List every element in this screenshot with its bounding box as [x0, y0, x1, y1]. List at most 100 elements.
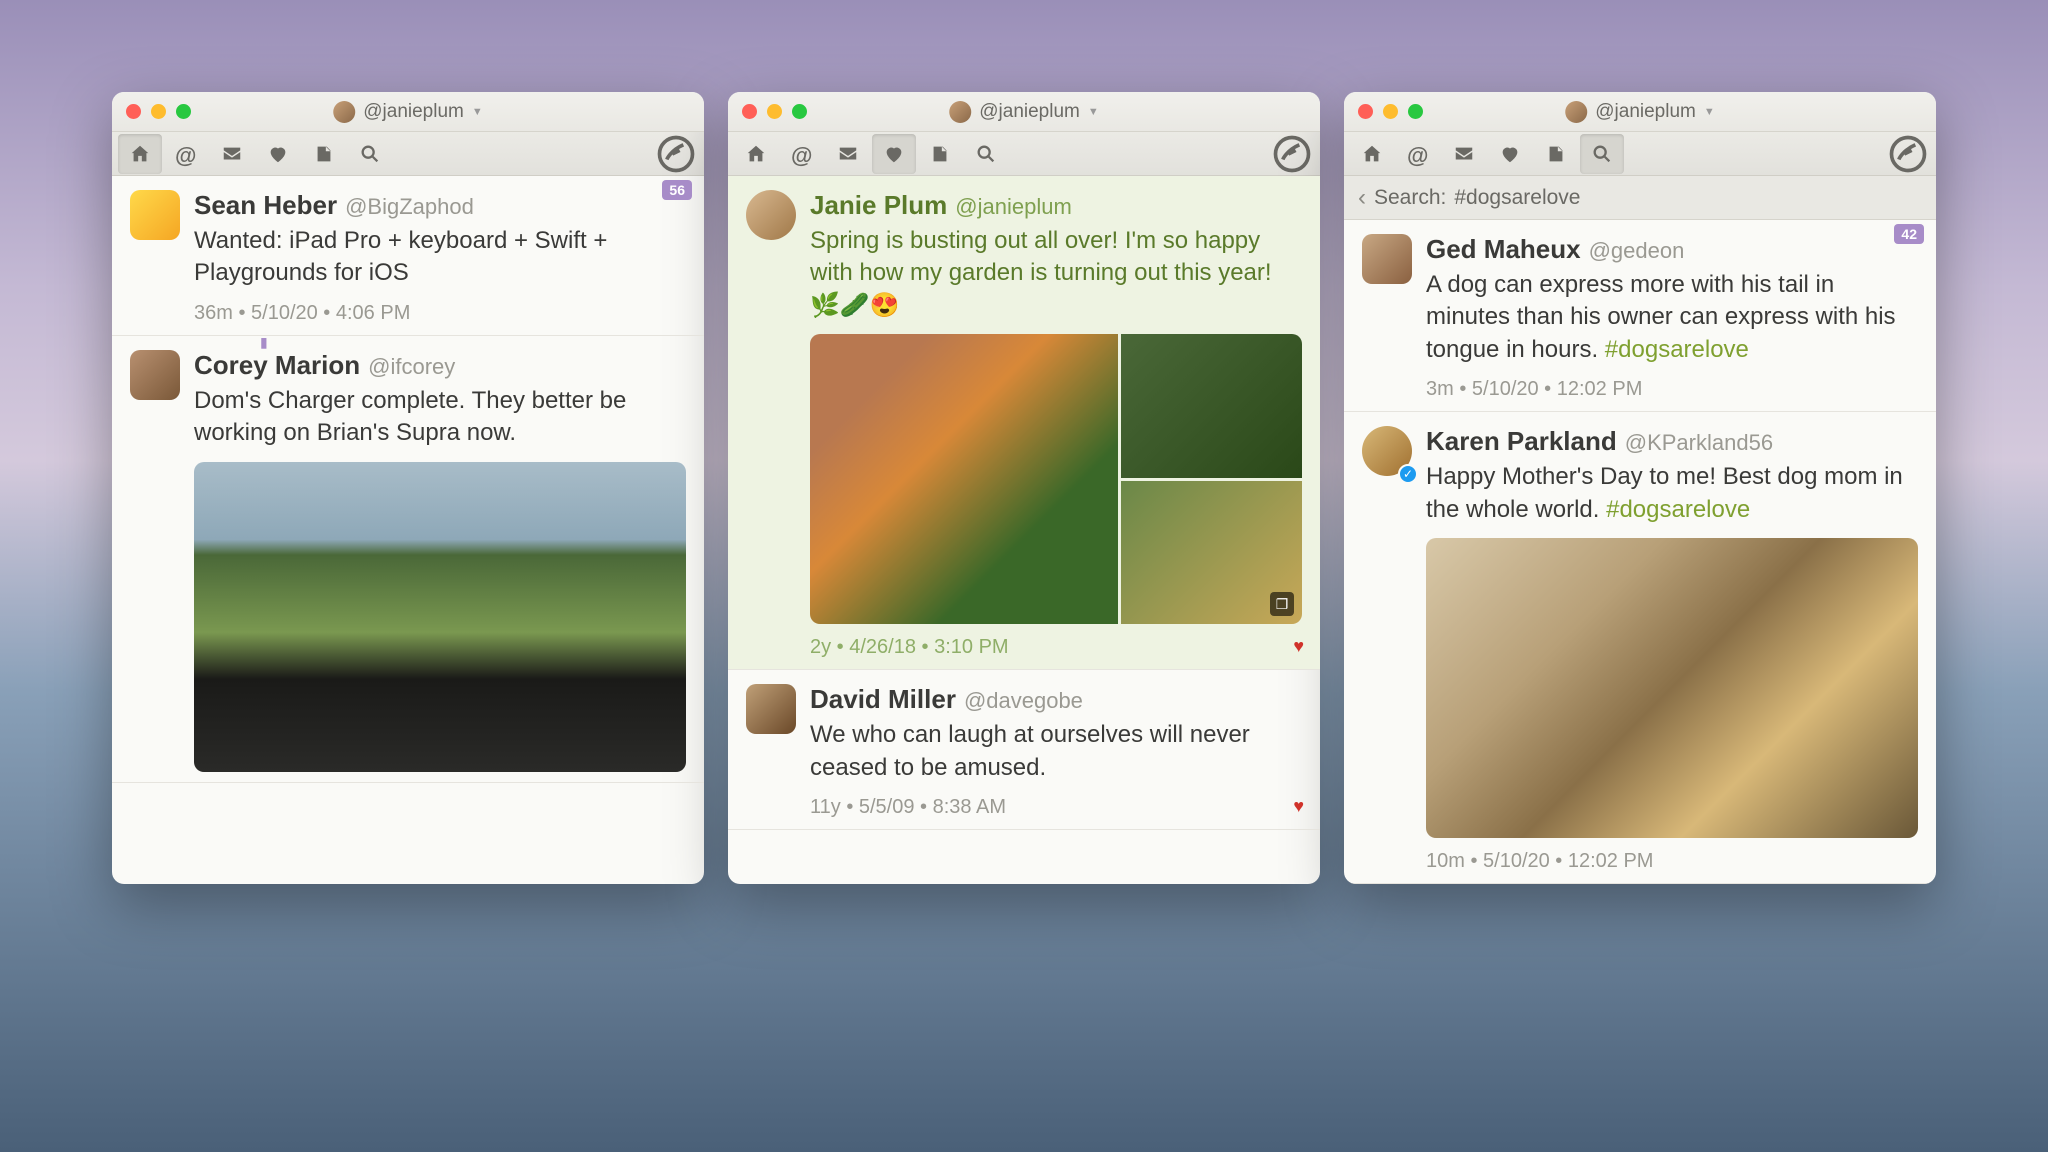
app-window: @janieplum ▼ @ Janie Plum @janieplum Spr…: [728, 92, 1320, 884]
messages-tab[interactable]: [210, 134, 254, 174]
home-tab[interactable]: [1350, 134, 1394, 174]
avatar[interactable]: [746, 190, 796, 240]
hashtag[interactable]: #dogsarelove: [1606, 496, 1750, 523]
mentions-tab[interactable]: @: [780, 134, 824, 174]
search-query: #dogsarelove: [1454, 186, 1580, 210]
app-window: @janieplum ▼ @ ‹ Search: #dogsarelove 42…: [1344, 92, 1936, 884]
display-name[interactable]: Karen Parkland: [1426, 426, 1617, 457]
liked-heart-icon: ♥: [1293, 636, 1304, 657]
avatar[interactable]: [130, 190, 180, 240]
feed[interactable]: 56 Sean Heber @BigZaphod Wanted: iPad Pr…: [112, 176, 704, 884]
minimize-window-button[interactable]: [1383, 104, 1398, 119]
display-name[interactable]: Janie Plum: [810, 190, 947, 221]
titlebar[interactable]: @janieplum ▼: [112, 92, 704, 132]
likes-tab[interactable]: [872, 134, 916, 174]
tweet-media[interactable]: [194, 462, 686, 772]
avatar: [949, 101, 971, 123]
search-tab[interactable]: [1580, 134, 1624, 174]
close-window-button[interactable]: [126, 104, 141, 119]
account-handle: @janieplum: [979, 101, 1080, 123]
chevron-down-icon: ▼: [472, 106, 483, 118]
avatar[interactable]: [746, 684, 796, 734]
multi-image-icon: ❐: [1270, 592, 1294, 616]
toolbar: @: [728, 132, 1320, 176]
close-window-button[interactable]: [1358, 104, 1373, 119]
messages-tab[interactable]: [826, 134, 870, 174]
home-tab[interactable]: [734, 134, 778, 174]
feed[interactable]: 42 Ged Maheux @gedeon A dog can express …: [1344, 220, 1936, 884]
tweet-meta: 3m • 5/10/20 • 12:02 PM: [1426, 378, 1918, 401]
tweet-body: Wanted: iPad Pro + keyboard + Swift + Pl…: [194, 225, 686, 290]
maximize-window-button[interactable]: [792, 104, 807, 119]
user-handle[interactable]: @BigZaphod: [345, 194, 474, 220]
account-switcher[interactable]: @janieplum ▼: [333, 101, 483, 123]
avatar: [333, 101, 355, 123]
home-tab[interactable]: [118, 134, 162, 174]
tweet-body: We who can laugh at ourselves will never…: [810, 719, 1302, 784]
tweet[interactable]: Ged Maheux @gedeon A dog can express mor…: [1344, 220, 1936, 412]
avatar[interactable]: [1362, 234, 1412, 284]
tweet[interactable]: David Miller @davegobe We who can laugh …: [728, 670, 1320, 830]
toolbar: @: [112, 132, 704, 176]
user-handle[interactable]: @ifcorey: [368, 354, 455, 380]
tweet-body: A dog can express more with his tail in …: [1426, 269, 1918, 366]
messages-tab[interactable]: [1442, 134, 1486, 174]
tweet-body: Spring is busting out all over! I'm so h…: [810, 225, 1302, 322]
search-tab[interactable]: [348, 134, 392, 174]
lists-tab[interactable]: [302, 134, 346, 174]
compose-button[interactable]: [1270, 134, 1314, 174]
maximize-window-button[interactable]: [1408, 104, 1423, 119]
user-handle[interactable]: @davegobe: [964, 688, 1083, 714]
display-name[interactable]: Sean Heber: [194, 190, 337, 221]
account-switcher[interactable]: @janieplum ▼: [949, 101, 1099, 123]
user-handle[interactable]: @janieplum: [955, 194, 1072, 220]
tweet-media[interactable]: ❐: [810, 334, 1302, 624]
account-handle: @janieplum: [363, 101, 464, 123]
display-name[interactable]: Ged Maheux: [1426, 234, 1581, 265]
tweet[interactable]: ▮ Corey Marion @ifcorey Dom's Charger co…: [112, 336, 704, 783]
account-switcher[interactable]: @janieplum ▼: [1565, 101, 1715, 123]
titlebar[interactable]: @janieplum ▼: [1344, 92, 1936, 132]
lists-tab[interactable]: [918, 134, 962, 174]
compose-button[interactable]: [654, 134, 698, 174]
minimize-window-button[interactable]: [151, 104, 166, 119]
feed[interactable]: Janie Plum @janieplum Spring is busting …: [728, 176, 1320, 884]
compose-button[interactable]: [1886, 134, 1930, 174]
tweet-body: Dom's Charger complete. They better be w…: [194, 385, 686, 450]
titlebar[interactable]: @janieplum ▼: [728, 92, 1320, 132]
mentions-tab[interactable]: @: [164, 134, 208, 174]
likes-tab[interactable]: [1488, 134, 1532, 174]
hashtag[interactable]: #dogsarelove: [1605, 336, 1749, 363]
display-name[interactable]: David Miller: [810, 684, 956, 715]
toolbar: @: [1344, 132, 1936, 176]
mentions-tab[interactable]: @: [1396, 134, 1440, 174]
lists-tab[interactable]: [1534, 134, 1578, 174]
account-handle: @janieplum: [1595, 101, 1696, 123]
tweet[interactable]: Janie Plum @janieplum Spring is busting …: [728, 176, 1320, 670]
display-name[interactable]: Corey Marion: [194, 350, 360, 381]
likes-tab[interactable]: [256, 134, 300, 174]
tweet-meta: 36m • 5/10/20 • 4:06 PM: [194, 302, 686, 325]
close-window-button[interactable]: [742, 104, 757, 119]
search-tab[interactable]: [964, 134, 1008, 174]
bookmark-icon: ▮: [260, 334, 268, 351]
tweet[interactable]: Sean Heber @BigZaphod Wanted: iPad Pro +…: [112, 176, 704, 336]
chevron-down-icon: ▼: [1088, 106, 1099, 118]
unread-badge: 42: [1894, 224, 1924, 244]
tweet-meta: 2y • 4/26/18 • 3:10 PM: [810, 636, 1302, 659]
chevron-down-icon: ▼: [1704, 106, 1715, 118]
search-label: Search:: [1374, 186, 1446, 210]
verified-badge-icon: ✓: [1398, 464, 1418, 484]
back-chevron-icon[interactable]: ‹: [1358, 184, 1366, 212]
tweet[interactable]: ✓ Karen Parkland @KParkland56 Happy Moth…: [1344, 412, 1936, 884]
unread-badge: 56: [662, 180, 692, 200]
maximize-window-button[interactable]: [176, 104, 191, 119]
avatar[interactable]: [130, 350, 180, 400]
tweet-media[interactable]: [1426, 538, 1918, 838]
search-bar[interactable]: ‹ Search: #dogsarelove: [1344, 176, 1936, 220]
tweet-body: Happy Mother's Day to me! Best dog mom i…: [1426, 461, 1918, 526]
tweet-meta: 10m • 5/10/20 • 12:02 PM: [1426, 850, 1918, 873]
minimize-window-button[interactable]: [767, 104, 782, 119]
user-handle[interactable]: @KParkland56: [1625, 430, 1773, 456]
user-handle[interactable]: @gedeon: [1589, 238, 1685, 264]
